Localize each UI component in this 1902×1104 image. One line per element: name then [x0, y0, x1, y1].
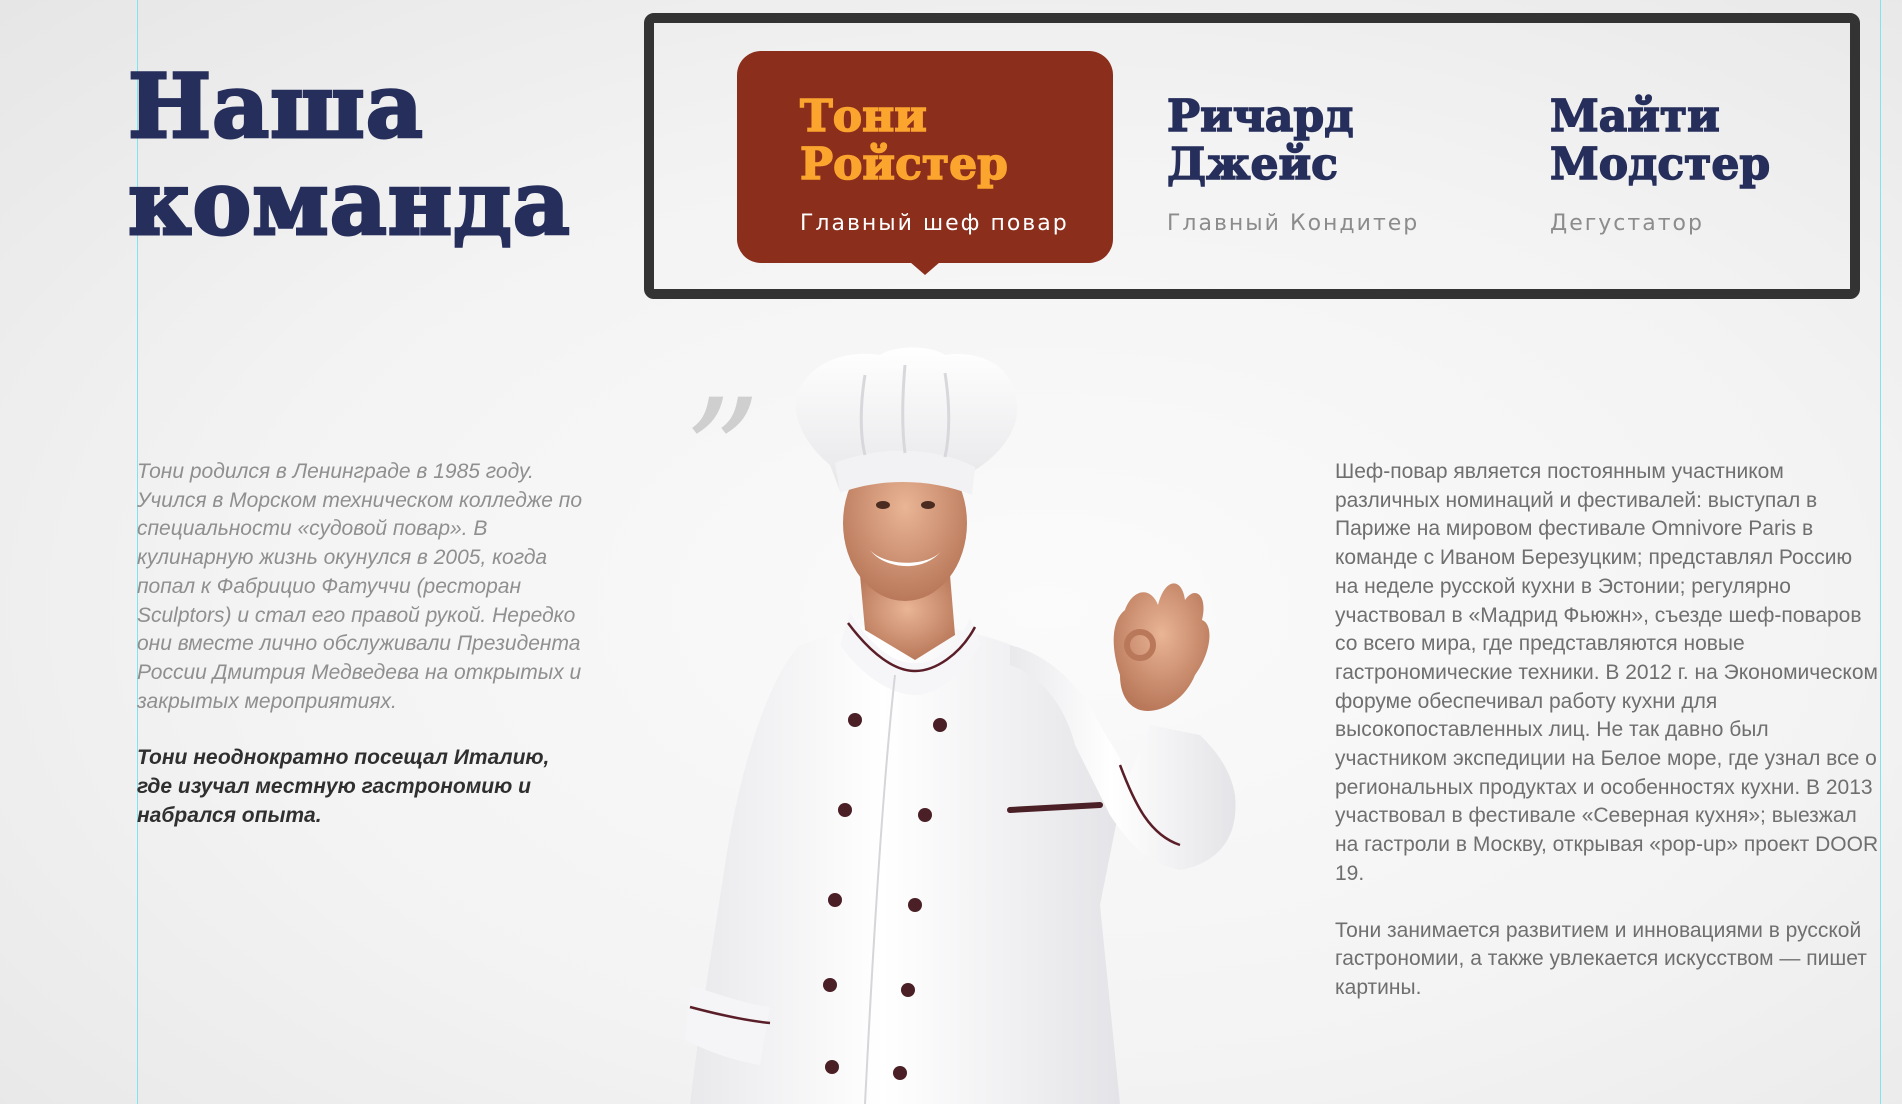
member-name-line-2: Модстер	[1549, 139, 1771, 190]
member-role: Главный Кондитер	[1167, 211, 1420, 236]
team-member-card-maity[interactable]: Майти Модстер Дегустатор	[1549, 51, 1771, 236]
page-title: Наша команда	[127, 54, 572, 255]
page-title-line-2: команда	[127, 151, 572, 255]
team-selector-panel: Тони Ройстер Главный шеф повар Ричард Дж…	[644, 13, 1860, 299]
bio-right-paragraph-2: Тони занимается развитием и инновациями …	[1335, 918, 1867, 999]
bio-left-column: Тони родился в Ленинграде в 1985 году. У…	[137, 458, 587, 830]
page-title-line-1: Наша	[127, 54, 425, 158]
member-name-line-2: Ройстер	[799, 139, 1008, 190]
team-member-card-richard[interactable]: Ричард Джейс Главный Кондитер	[1166, 51, 1420, 236]
member-role: Главный шеф повар	[800, 211, 1069, 236]
member-role: Дегустатор	[1550, 211, 1704, 236]
bio-left-emphasis: Тони неоднократно посещал Италию, где из…	[137, 746, 550, 827]
member-name-line-2: Джейс	[1166, 139, 1338, 190]
member-name-line-1: Майти	[1549, 91, 1720, 142]
bio-left-paragraph: Тони родился в Ленинграде в 1985 году. У…	[137, 460, 583, 713]
bio-right-paragraph-1: Шеф-повар является постоянным участником…	[1335, 460, 1879, 885]
chef-portrait-image	[685, 347, 1236, 1104]
team-member-card-toni[interactable]: Тони Ройстер Главный шеф повар	[737, 51, 1113, 275]
member-name-line-1: Тони	[799, 91, 927, 142]
layout-guide-right	[1880, 0, 1881, 1104]
bio-right-column: Шеф-повар является постоянным участником…	[1335, 458, 1880, 1003]
member-name-line-1: Ричард	[1166, 91, 1354, 142]
